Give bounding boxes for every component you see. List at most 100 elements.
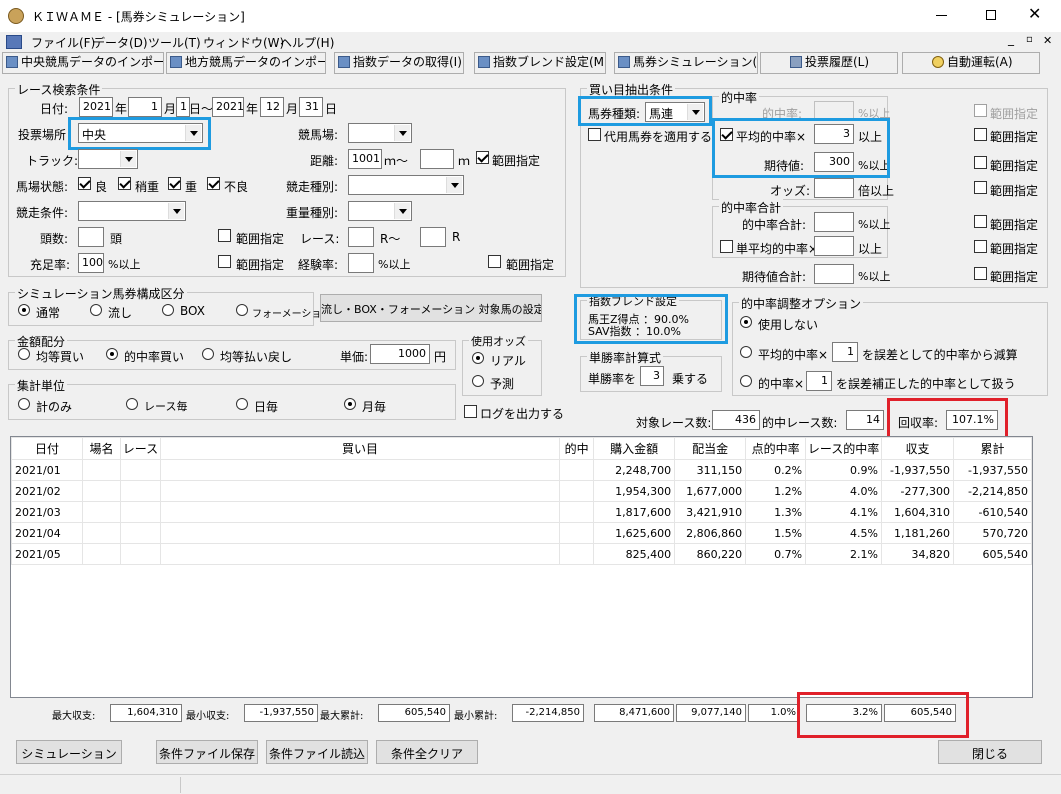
adjust-hit-radio[interactable] [740,375,752,387]
table-row[interactable]: 2021/04 1,625,600 2,806,860 1.5% 4.5% 1,181,2… [11,522,1033,544]
maximize-icon[interactable] [986,10,996,20]
menu-tools[interactable]: ツール(T) [148,34,201,51]
odds-range-check[interactable] [974,181,987,194]
adjust-none-radio[interactable] [740,316,752,328]
odds-predict-radio[interactable] [472,375,484,387]
column-header[interactable]: 的中 [559,437,595,460]
tb-auto-run[interactable]: 自動運転(A) [902,52,1040,74]
heads-range-check[interactable] [218,229,231,242]
from-year[interactable]: 2021 [79,97,113,117]
agg-total-radio[interactable] [18,398,30,410]
column-header[interactable]: 購入金額 [593,437,676,460]
win-calc-input[interactable]: 3 [640,366,664,386]
single-avg-input[interactable] [814,236,854,256]
cond-slightly-check[interactable] [118,177,131,190]
tb-index-fetch[interactable]: 指数データの取得(I) [334,52,464,74]
mdi-restore-icon[interactable]: ▫ [1026,34,1033,45]
column-header[interactable]: 点的中率 [745,437,807,460]
column-header[interactable]: 累計 [952,437,1033,460]
log-output-check[interactable] [464,405,477,418]
menu-window[interactable]: ウィンドウ(W) [203,34,284,51]
fill-range-check[interactable] [218,255,231,268]
column-header[interactable]: 場名 [81,437,121,460]
track-select[interactable] [78,149,138,169]
menu-data[interactable]: データ(D) [93,34,148,51]
to-day[interactable]: 31 [299,97,323,117]
expect-range-check[interactable] [974,156,987,169]
odds-real-radio[interactable] [472,352,484,364]
cond-good-check[interactable] [78,177,91,190]
hit-total-input[interactable] [814,212,854,232]
hit-rate-range-check[interactable] [974,104,987,117]
expect-total-input[interactable] [814,264,854,284]
race-type-select[interactable] [348,175,464,195]
fill-rate-input[interactable]: 100 [78,253,104,273]
tb-index-blend[interactable]: 指数ブレンド設定(M) [474,52,606,74]
adjust-hit-input[interactable]: 1 [806,371,832,391]
table-row[interactable]: 2021/02 1,954,300 1,677,000 1.2% 4.0% -277,30… [11,480,1033,502]
adjust-avg-radio[interactable] [740,346,752,358]
agg-month-radio[interactable] [344,398,356,410]
single-avg-check[interactable] [720,240,733,253]
tb-vote-history[interactable]: 投票履歴(L) [760,52,898,74]
menu-help[interactable]: ヘルプ(H) [280,34,334,51]
from-day[interactable]: 1 [176,97,190,117]
race-cond-select[interactable] [78,201,186,221]
unit-input[interactable]: 1000 [370,344,430,364]
amount-hit-radio[interactable] [106,348,118,360]
weight-type-select[interactable] [348,201,412,221]
tb-import-local[interactable]: 地方競馬データのインポート(N) [166,52,326,74]
racecourse-select[interactable] [348,123,412,143]
avg-hit-range-check[interactable] [974,128,987,141]
amount-equal-radio[interactable] [18,348,30,360]
sim-formation-radio[interactable] [236,304,248,316]
save-conditions-button[interactable]: 条件ファイル保存 [156,740,258,764]
cond-heavy-check[interactable] [168,177,181,190]
hit-total-range-check[interactable] [974,215,987,228]
to-year[interactable]: 2021 [212,97,244,117]
heads-input[interactable] [78,227,104,247]
mdi-close-icon[interactable]: ✕ [1043,34,1052,47]
single-avg-range-check[interactable] [974,240,987,253]
close-button[interactable]: 閉じる [938,740,1042,764]
target-horse-setup-button[interactable]: 流し・BOX・フォーメーション 対象馬の設定 [320,294,542,322]
sim-normal-radio[interactable] [18,304,30,316]
column-header[interactable]: レース [119,437,161,460]
cond-bad-check[interactable] [207,177,220,190]
clear-conditions-button[interactable]: 条件全クリア [376,740,478,764]
results-grid[interactable]: 日付 場名 レース 買い目 的中 購入金額 配当金 点的中率 レース的中率 収支 累計 2021/0… [10,436,1033,698]
sim-nagashi-radio[interactable] [90,304,102,316]
table-row[interactable]: 2021/05 825,400 860,220 0.7% 2.1% 34,820 605,5… [11,543,1033,565]
adjust-avg-input[interactable]: 1 [832,342,858,362]
amount-payout-radio[interactable] [202,348,214,360]
tb-bet-sim[interactable]: 馬券シミュレーション(B) [614,52,758,74]
menu-file[interactable]: ファイル(F) [31,34,95,51]
distance-from[interactable]: 1001 [348,149,382,169]
agg-race-radio[interactable] [126,398,138,410]
tb-import-central[interactable]: 中央競馬データのインポート(J) [2,52,164,74]
close-icon[interactable]: ✕ [1028,4,1041,23]
to-month[interactable]: 12 [260,97,284,117]
odds-filter-input[interactable] [814,178,854,198]
race-from[interactable] [348,227,374,247]
expect-total-range-check[interactable] [974,267,987,280]
minimize-icon[interactable] [936,15,947,16]
table-row[interactable]: 2021/01 2,248,700 311,150 0.2% 0.9% -1,937,55… [11,459,1033,481]
exp-rate-input[interactable] [348,253,374,273]
distance-to[interactable] [420,149,454,169]
column-header[interactable]: 日付 [11,437,83,460]
distance-range-check[interactable] [476,151,489,164]
column-header[interactable]: レース的中率 [805,437,882,460]
simulate-button[interactable]: シミュレーション [16,740,122,764]
from-month[interactable]: 1 [128,97,162,117]
column-header[interactable]: 買い目 [159,437,561,460]
mdi-minimize-icon[interactable]: _ [1008,32,1014,46]
exp-range-check[interactable] [488,255,501,268]
load-conditions-button[interactable]: 条件ファイル読込 [266,740,368,764]
race-to[interactable] [420,227,446,247]
column-header[interactable]: 収支 [880,437,954,460]
agg-day-radio[interactable] [236,398,248,410]
substitute-check[interactable] [588,128,601,141]
table-row[interactable]: 2021/03 1,817,600 3,421,910 1.3% 4.1% 1,604,3… [11,501,1033,523]
sim-box-radio[interactable] [162,304,174,316]
